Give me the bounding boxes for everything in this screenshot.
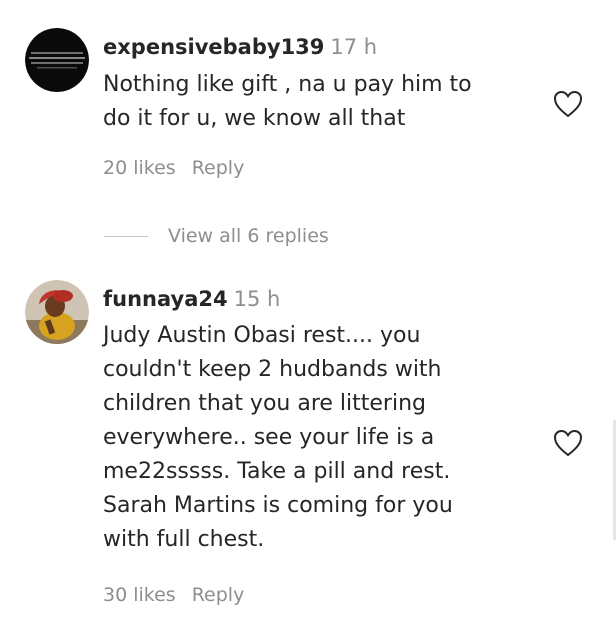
view-replies-button[interactable]: View all 6 replies <box>104 223 329 249</box>
comment-header: funnaya24 15 h <box>103 287 280 311</box>
likes-count[interactable]: 20 likes <box>103 157 176 179</box>
comment-item: funnaya24 15 h Judy Austin Obasi rest....… <box>0 260 616 637</box>
comment-text-line: children that you are littering <box>103 391 426 416</box>
heart-outline-icon[interactable] <box>553 90 583 118</box>
view-replies-label: View all 6 replies <box>168 225 329 247</box>
divider <box>104 235 148 237</box>
reply-button[interactable]: Reply <box>192 584 245 606</box>
comment-actions: 30 likes Reply <box>103 584 244 606</box>
comment-text: Nothing like gift , na u pay him to do i… <box>103 68 543 136</box>
avatar[interactable] <box>25 28 89 92</box>
comment-text-line: Nothing like gift , na u pay him to <box>103 72 472 97</box>
comment-text: Judy Austin Obasi rest.... you couldn't … <box>103 319 543 557</box>
heart-outline-icon[interactable] <box>553 429 583 457</box>
person-photo-avatar-icon <box>25 280 89 344</box>
comment-text-line: me22sssss. Take a pill and rest. <box>103 459 451 484</box>
comment-actions: 20 likes Reply <box>103 157 244 179</box>
comment-timestamp[interactable]: 17 h <box>330 35 377 59</box>
comment-header: expensivebaby139 17 h <box>103 35 377 59</box>
comment-timestamp[interactable]: 15 h <box>234 287 281 311</box>
username-link[interactable]: funnaya24 <box>103 287 228 311</box>
comment-text-line: with full chest. <box>103 527 265 552</box>
comment-text-line: do it for u, we know all that <box>103 106 406 131</box>
reply-button[interactable]: Reply <box>192 157 245 179</box>
username-link[interactable]: expensivebaby139 <box>103 35 324 59</box>
comment-item: expensivebaby139 17 h Nothing like gift ,… <box>0 0 616 200</box>
comment-text-line: couldn't keep 2 hudbands with <box>103 357 442 382</box>
likes-count[interactable]: 30 likes <box>103 584 176 606</box>
comment-text-line: Judy Austin Obasi rest.... you <box>103 323 421 348</box>
comment-text-line: Sarah Martins is coming for you <box>103 493 453 518</box>
text-image-avatar-icon <box>25 28 89 92</box>
comment-text-line: everywhere.. see your life is a <box>103 425 435 450</box>
avatar[interactable] <box>25 280 89 344</box>
